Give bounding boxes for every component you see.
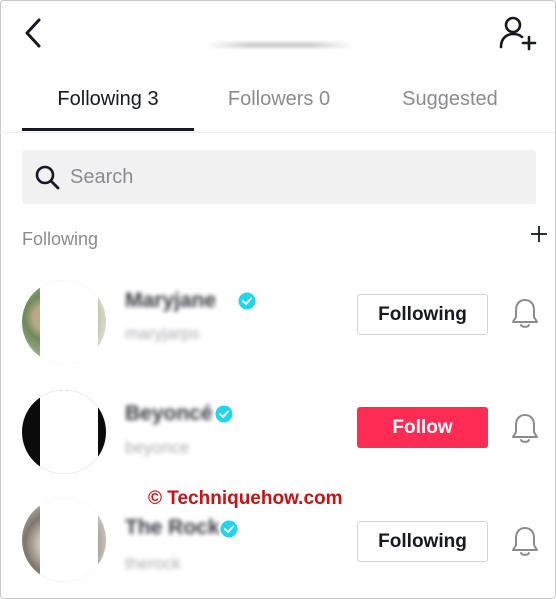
user-name: Maryjane [125, 289, 217, 312]
tab-suggested[interactable]: Suggested [370, 72, 530, 130]
bell-icon[interactable] [510, 296, 540, 330]
tab-bar: Following 3 Followers 0 Suggested [0, 72, 554, 133]
chevron-left-icon [25, 18, 41, 48]
add-user-icon [499, 16, 537, 51]
plus-icon[interactable] [528, 223, 550, 245]
verified-badge-icon [215, 405, 233, 423]
following-button[interactable]: Following [357, 294, 488, 335]
page-title-blurred [205, 42, 355, 48]
avatar[interactable] [22, 390, 106, 474]
tab-following[interactable]: Following 3 [22, 72, 194, 130]
user-name: Beyoncé [125, 402, 213, 425]
search-input[interactable] [68, 164, 492, 190]
list-item[interactable]: Beyoncé beyonce Follow [0, 372, 554, 482]
user-handle: therock [125, 554, 181, 573]
follow-button[interactable]: Follow [357, 407, 488, 448]
tab-followers[interactable]: Followers 0 [200, 72, 358, 130]
watermark-text: © Techniquehow.com [148, 488, 343, 509]
search-bar[interactable] [22, 150, 536, 204]
avatar[interactable] [22, 280, 106, 364]
verified-badge-icon [238, 292, 256, 310]
avatar[interactable] [22, 498, 106, 582]
section-label: Following [22, 229, 99, 249]
user-handle: beyonce [125, 438, 190, 457]
list-item[interactable]: Maryjane maryjarps Following [0, 262, 554, 372]
search-icon [35, 165, 60, 190]
user-handle: maryjarps [125, 324, 200, 343]
bell-icon[interactable] [510, 411, 540, 445]
bell-icon[interactable] [510, 524, 540, 558]
user-name: The Rock [125, 516, 220, 539]
add-user-button[interactable] [498, 14, 540, 52]
verified-badge-icon [220, 520, 238, 538]
following-button[interactable]: Following [357, 521, 488, 562]
back-button[interactable] [18, 14, 50, 52]
active-tab-indicator [22, 128, 194, 131]
